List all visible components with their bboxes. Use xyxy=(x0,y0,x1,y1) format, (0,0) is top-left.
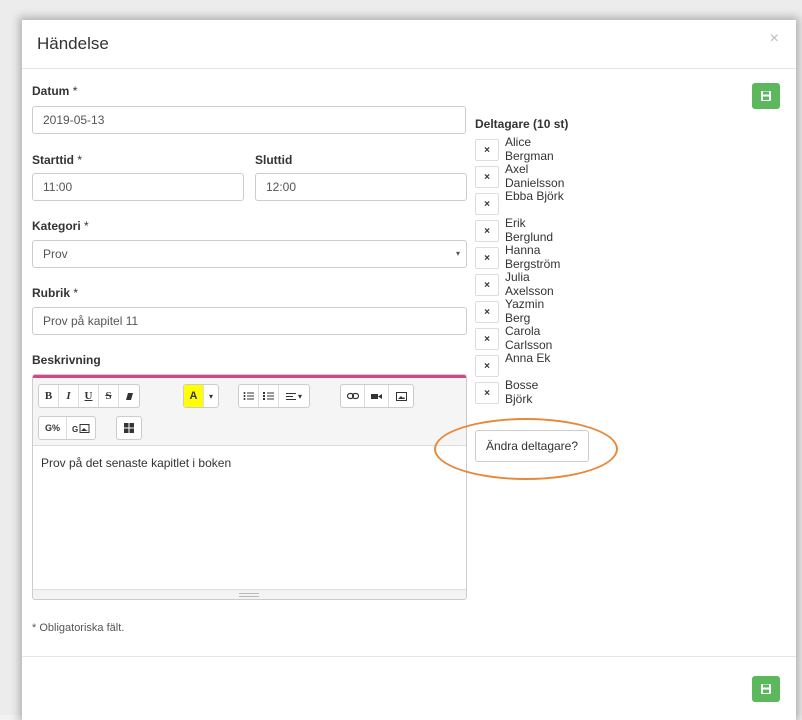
participant-row: × Erik Berglund xyxy=(475,216,568,244)
participant-row: × Hanna Bergström xyxy=(475,243,568,271)
remove-participant-icon[interactable]: × xyxy=(475,382,499,404)
description-label: Beskrivning xyxy=(32,353,101,367)
end-time-label: Sluttid xyxy=(255,153,293,167)
participant-list: × Alice Bergman × Axel Danielsson × Ebba Bj… xyxy=(475,135,568,406)
participant-name: Hanna Bergström xyxy=(505,243,561,271)
bold-button[interactable]: B xyxy=(39,385,59,407)
windows-icon[interactable] xyxy=(117,417,141,439)
unordered-list-icon[interactable] xyxy=(239,385,259,407)
editor-toolbar: B I U S A ▾ ▾ G% G xyxy=(33,378,466,446)
text-color-dropdown[interactable]: ▾ xyxy=(204,385,218,407)
paragraph-group: ▾ xyxy=(238,384,310,408)
close-icon[interactable]: × xyxy=(770,30,779,48)
remove-participant-icon[interactable]: × xyxy=(475,247,499,269)
align-dropdown[interactable]: ▾ xyxy=(279,385,309,407)
participant-name: Carola Carlsson xyxy=(505,324,553,352)
underline-button[interactable]: U xyxy=(79,385,99,407)
participants-title: Deltagare (10 st) xyxy=(475,117,569,131)
participant-name: Erik Berglund xyxy=(505,216,554,244)
participant-name: Axel Danielsson xyxy=(505,162,565,190)
participant-row: × Ebba Björk xyxy=(475,189,568,216)
category-value: Prov xyxy=(43,247,68,261)
remove-participant-icon[interactable]: × xyxy=(475,328,499,350)
heading-label: Rubrik * xyxy=(32,286,79,300)
chevron-down-icon: ▾ xyxy=(455,249,460,258)
remove-participant-icon[interactable]: × xyxy=(475,355,499,377)
gallery-icon[interactable]: G xyxy=(67,417,95,439)
eraser-icon[interactable] xyxy=(119,385,139,407)
align-icon xyxy=(285,392,296,400)
windows-group xyxy=(116,416,142,440)
required-fields-note: * Obligatoriska fält. xyxy=(32,622,125,634)
picture-icon[interactable] xyxy=(389,385,413,407)
modal-header: Händelse × xyxy=(22,20,796,69)
remove-participant-icon[interactable]: × xyxy=(475,193,499,215)
footer-divider xyxy=(22,656,796,657)
start-time-input[interactable]: 11:00 xyxy=(32,173,244,201)
editor-resize-handle[interactable] xyxy=(33,589,466,599)
remove-participant-icon[interactable]: × xyxy=(475,274,499,296)
participant-name: Yazmin Berg xyxy=(505,297,545,325)
floppy-icon xyxy=(761,91,771,101)
video-icon[interactable] xyxy=(365,385,389,407)
link-icon[interactable] xyxy=(341,385,365,407)
modal-title: Händelse xyxy=(37,34,109,53)
rich-text-editor: B I U S A ▾ ▾ G% G Prov på det senaste k… xyxy=(32,374,467,600)
save-button-bottom[interactable] xyxy=(752,676,780,702)
extra-group: G% G xyxy=(38,416,96,440)
remove-participant-icon[interactable]: × xyxy=(475,166,499,188)
participant-row: × Yazmin Berg xyxy=(475,297,568,325)
participant-row: × Alice Bergman xyxy=(475,135,568,163)
participant-row: × Bosse Björk xyxy=(475,378,568,406)
floppy-icon xyxy=(761,684,771,694)
event-modal: Händelse × Datum * 2019-05-13 Starttid *… xyxy=(22,20,796,720)
participants-panel: Deltagare (10 st) × Alice Bergman × Axel D… xyxy=(475,117,569,406)
participant-name: Bosse Björk xyxy=(505,378,539,406)
remove-participant-icon[interactable]: × xyxy=(475,139,499,161)
ordered-list-icon[interactable] xyxy=(259,385,279,407)
participant-name: Julia Axelsson xyxy=(505,270,554,298)
participant-name: Alice Bergman xyxy=(505,135,554,163)
description-content[interactable]: Prov på det senaste kapitlet i boken xyxy=(41,456,231,470)
heading-input[interactable]: Prov på kapitel 11 xyxy=(32,307,467,335)
date-label: Datum * xyxy=(32,84,78,98)
svg-text:G: G xyxy=(72,425,78,433)
italic-button[interactable]: I xyxy=(59,385,79,407)
participant-name: Ebba Björk xyxy=(505,189,564,203)
participant-row: × Julia Axelsson xyxy=(475,270,568,298)
strikethrough-button[interactable]: S xyxy=(99,385,119,407)
end-time-input[interactable]: 12:00 xyxy=(255,173,467,201)
unlink-icon[interactable]: G% xyxy=(39,417,67,439)
remove-participant-icon[interactable]: × xyxy=(475,301,499,323)
participant-row: × Axel Danielsson xyxy=(475,162,568,190)
format-group: B I U S xyxy=(38,384,140,408)
save-button-top[interactable] xyxy=(752,83,780,109)
color-group: A ▾ xyxy=(183,384,219,408)
participant-name: Anna Ek xyxy=(505,351,551,365)
change-participants-button[interactable]: Ändra deltagare? xyxy=(475,430,589,462)
start-time-label: Starttid * xyxy=(32,153,83,167)
participant-row: × Anna Ek xyxy=(475,351,568,378)
category-label: Kategori * xyxy=(32,219,89,233)
date-input[interactable]: 2019-05-13 xyxy=(32,106,466,134)
insert-group xyxy=(340,384,414,408)
category-select[interactable]: Prov ▾ xyxy=(32,240,467,268)
participant-row: × Carola Carlsson xyxy=(475,324,568,352)
remove-participant-icon[interactable]: × xyxy=(475,220,499,242)
text-color-button[interactable]: A xyxy=(184,385,204,407)
